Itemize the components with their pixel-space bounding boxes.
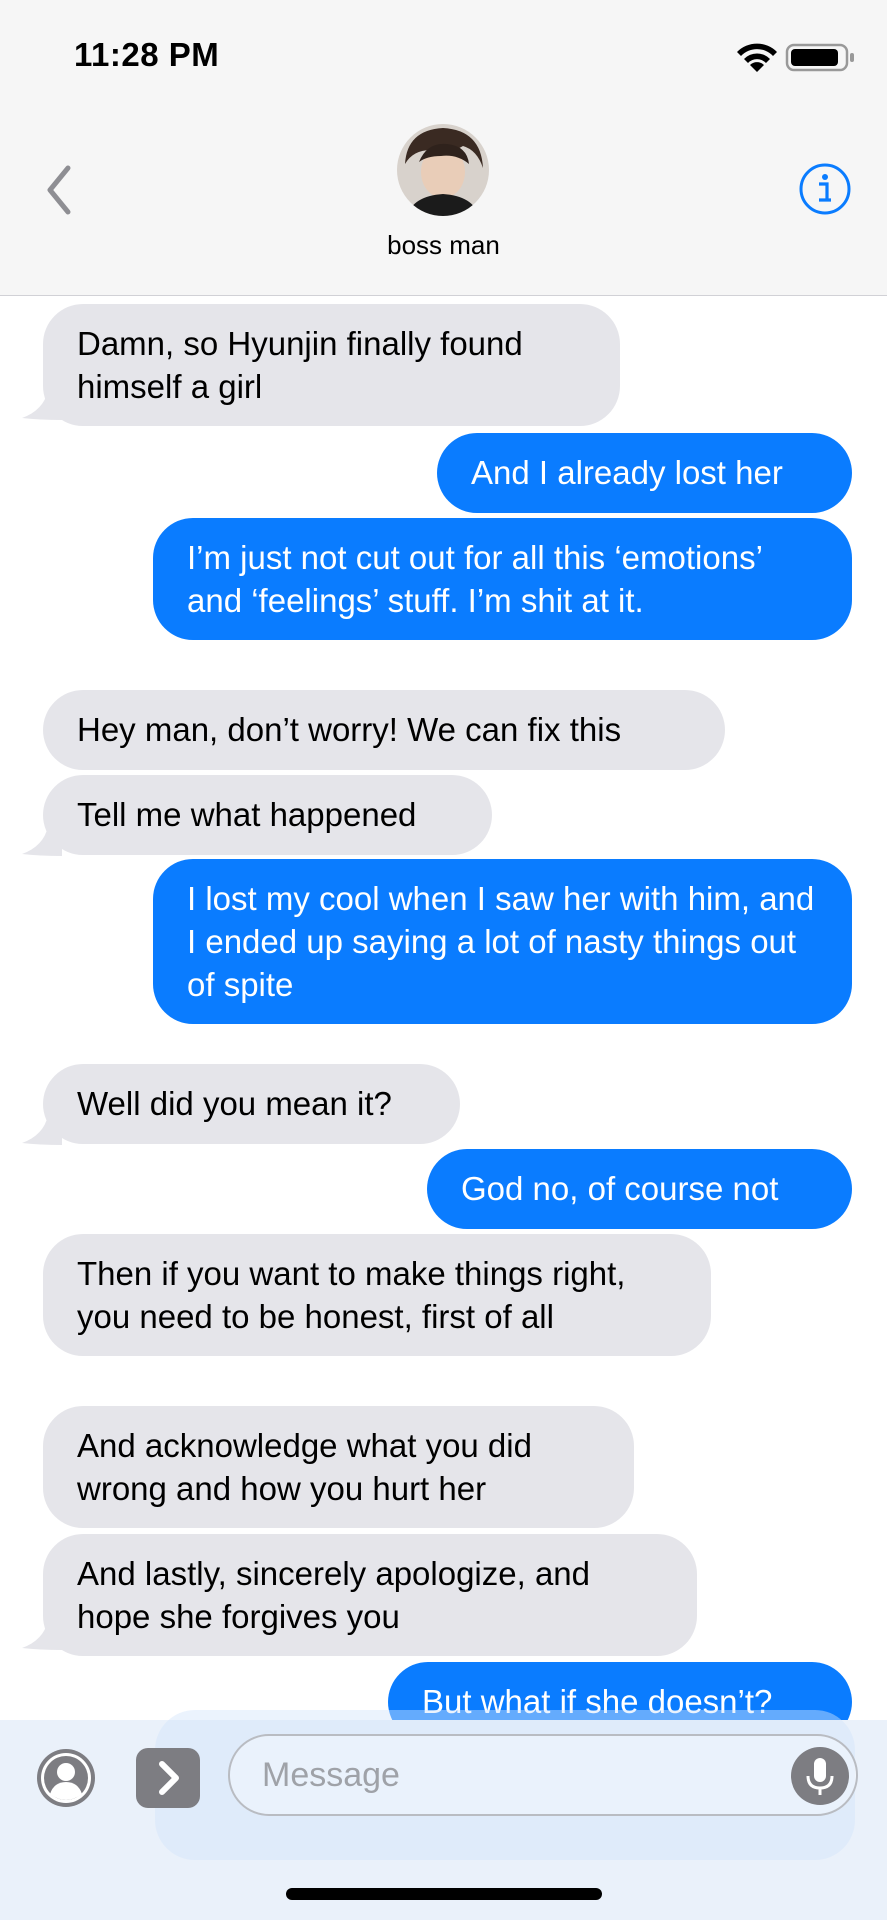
bubble-tail xyxy=(22,1620,62,1650)
message-thread[interactable]: Damn, so Hyunjin finally found himself a… xyxy=(0,296,887,1720)
home-indicator[interactable] xyxy=(286,1888,602,1900)
conversation-header: boss man xyxy=(0,110,887,296)
microphone-icon[interactable] xyxy=(790,1746,850,1806)
message-bubble-incoming[interactable]: Tell me what happened xyxy=(43,775,492,855)
message-bubble-incoming[interactable]: Damn, so Hyunjin finally found himself a… xyxy=(43,304,620,426)
message-bubble-incoming[interactable]: Well did you mean it? xyxy=(43,1064,460,1144)
battery-icon xyxy=(785,43,854,72)
message-bubble-incoming[interactable]: And lastly, sincerely apologize, and hop… xyxy=(43,1534,697,1656)
message-input[interactable]: Message xyxy=(228,1734,858,1816)
message-bubble-outgoing[interactable]: I lost my cool when I saw her with him, … xyxy=(153,859,852,1024)
contact-avatar[interactable] xyxy=(397,124,489,216)
message-bubble-outgoing[interactable]: I’m just not cut out for all this ‘emoti… xyxy=(153,518,852,640)
info-icon[interactable] xyxy=(798,162,852,216)
contact-app-icon[interactable] xyxy=(36,1748,96,1808)
back-chevron-icon[interactable] xyxy=(40,160,80,220)
bubble-tail xyxy=(22,390,62,420)
message-bubble-incoming[interactable]: Then if you want to make things right, y… xyxy=(43,1234,711,1356)
message-bubble-outgoing[interactable]: God no, of course not xyxy=(427,1149,852,1229)
bubble-tail xyxy=(22,1115,62,1145)
status-time: 11:28 PM xyxy=(74,36,220,73)
wifi-icon xyxy=(737,43,777,72)
message-bubble-outgoing[interactable]: And I already lost her xyxy=(437,433,852,513)
message-placeholder: Message xyxy=(262,1756,400,1794)
app-drawer-icon[interactable] xyxy=(136,1748,200,1808)
bubble-tail xyxy=(22,826,62,856)
contact-name[interactable]: boss man xyxy=(0,230,887,261)
message-bubble-incoming[interactable]: Hey man, don’t worry! We can fix this xyxy=(43,690,725,770)
status-bar: 11:28 PM xyxy=(0,0,887,110)
message-bubble-incoming[interactable]: And acknowledge what you did wrong and h… xyxy=(43,1406,634,1528)
